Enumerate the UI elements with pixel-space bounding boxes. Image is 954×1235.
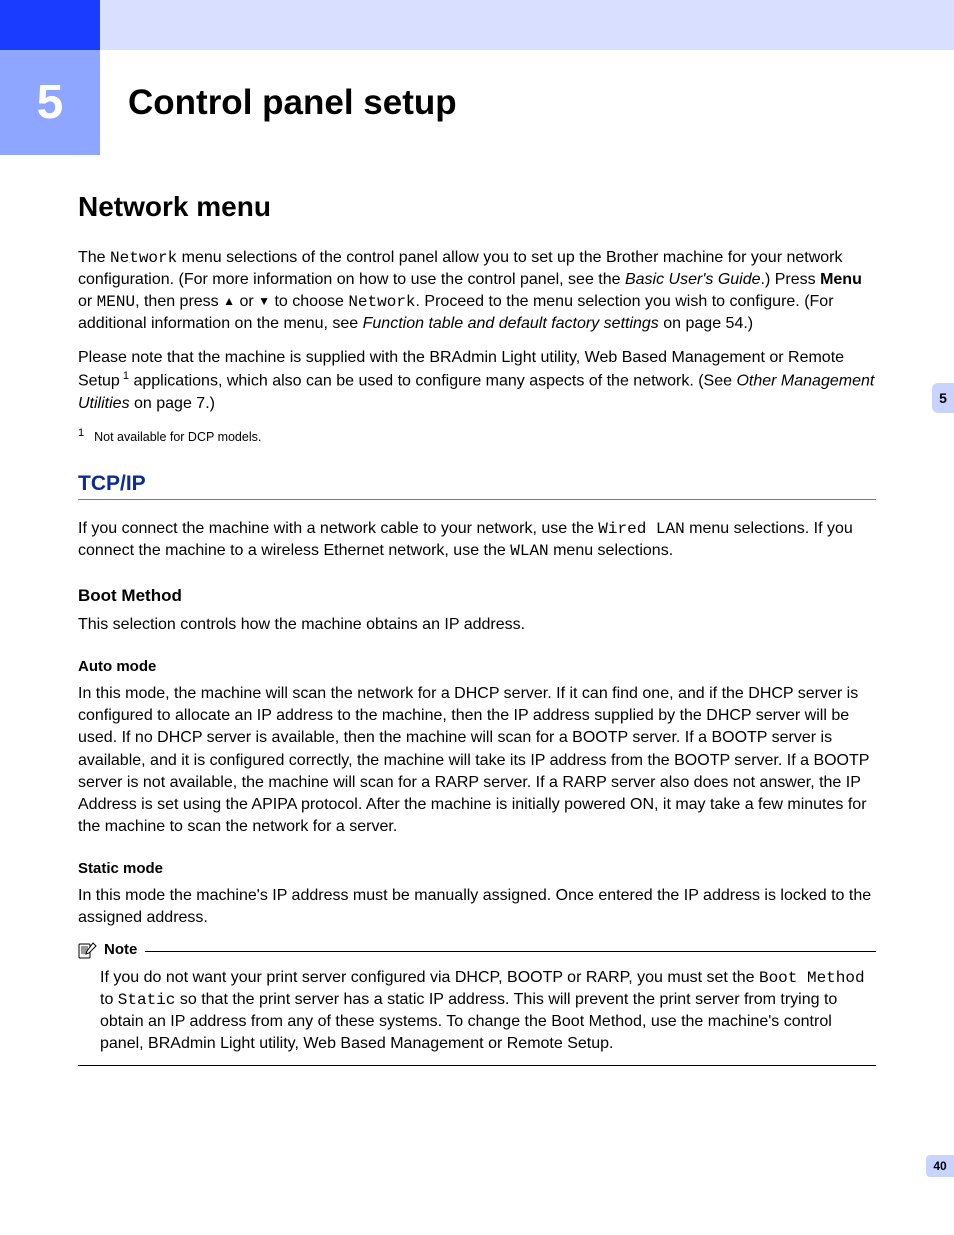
note-label: Note bbox=[104, 941, 137, 958]
top-banner bbox=[0, 0, 954, 50]
text: applications, which also can be used to … bbox=[129, 373, 736, 390]
boot-method-paragraph: This selection controls how the machine … bbox=[78, 614, 876, 636]
note-box: Note If you do not want your print serve… bbox=[78, 951, 876, 1066]
code-network: Network bbox=[110, 249, 177, 267]
text: menu selections. bbox=[549, 542, 674, 559]
section-heading-network-menu: Network menu bbox=[78, 191, 876, 223]
chapter-title-cell: Control panel setup bbox=[100, 50, 954, 155]
page-number-tab: 40 bbox=[926, 1155, 954, 1177]
footnote-text: Not available for DCP models. bbox=[94, 430, 261, 444]
footnote-1: 1 Not available for DCP models. bbox=[78, 427, 876, 444]
static-mode-paragraph: In this mode the machine's IP address mu… bbox=[78, 885, 876, 929]
text: on page 54.) bbox=[659, 315, 753, 332]
auto-mode-paragraph: In this mode, the machine will scan the … bbox=[78, 683, 876, 838]
code-wlan: WLAN bbox=[510, 542, 548, 560]
text: on page 7.) bbox=[130, 395, 215, 412]
page-content: Network menu The Network menu selections… bbox=[0, 155, 954, 1066]
footnote-number: 1 bbox=[78, 427, 84, 439]
footnote-ref-1: 1 bbox=[120, 370, 129, 382]
text: .) Press bbox=[761, 271, 821, 288]
text-bold-menu: Menu bbox=[820, 271, 862, 288]
text: or bbox=[235, 293, 258, 310]
top-banner-dark bbox=[0, 0, 100, 50]
chapter-header: 5 Control panel setup bbox=[0, 50, 954, 155]
text: If you do not want your print server con… bbox=[100, 969, 759, 986]
tcpip-paragraph-1: If you connect the machine with a networ… bbox=[78, 518, 876, 562]
subheading-auto-mode: Auto mode bbox=[78, 658, 876, 675]
chapter-number-box: 5 bbox=[0, 50, 100, 155]
code-network-2: Network bbox=[348, 293, 415, 311]
subsection-heading-tcpip: TCP/IP bbox=[78, 472, 876, 500]
text: The bbox=[78, 249, 110, 266]
network-menu-paragraph-1: The Network menu selections of the contr… bbox=[78, 247, 876, 335]
text: to bbox=[100, 991, 118, 1008]
ref-basic-user-guide: Basic User's Guide bbox=[625, 271, 761, 288]
network-menu-paragraph-2: Please note that the machine is supplied… bbox=[78, 347, 876, 415]
top-banner-light bbox=[100, 0, 954, 50]
code-static: Static bbox=[118, 991, 176, 1009]
text: to choose bbox=[270, 293, 348, 310]
note-pencil-icon bbox=[78, 941, 98, 959]
text: or bbox=[78, 293, 97, 310]
arrow-down-icon: ▼ bbox=[258, 293, 270, 310]
note-body: If you do not want your print server con… bbox=[78, 963, 876, 1065]
subheading-static-mode: Static mode bbox=[78, 860, 876, 877]
ref-function-table: Function table and default factory setti… bbox=[363, 315, 659, 332]
subheading-boot-method: Boot Method bbox=[78, 586, 876, 606]
text: so that the print server has a static IP… bbox=[100, 991, 837, 1052]
text: , then press bbox=[135, 293, 223, 310]
note-header: Note bbox=[78, 941, 876, 959]
arrow-up-icon: ▲ bbox=[223, 293, 235, 310]
code-boot-method: Boot Method bbox=[759, 969, 865, 987]
chapter-number: 5 bbox=[0, 50, 100, 155]
side-chapter-tab: 5 bbox=[932, 383, 954, 413]
chapter-title: Control panel setup bbox=[128, 83, 457, 123]
text: If you connect the machine with a networ… bbox=[78, 520, 598, 537]
code-menu: MENU bbox=[97, 293, 135, 311]
code-wired-lan: Wired LAN bbox=[598, 520, 684, 538]
